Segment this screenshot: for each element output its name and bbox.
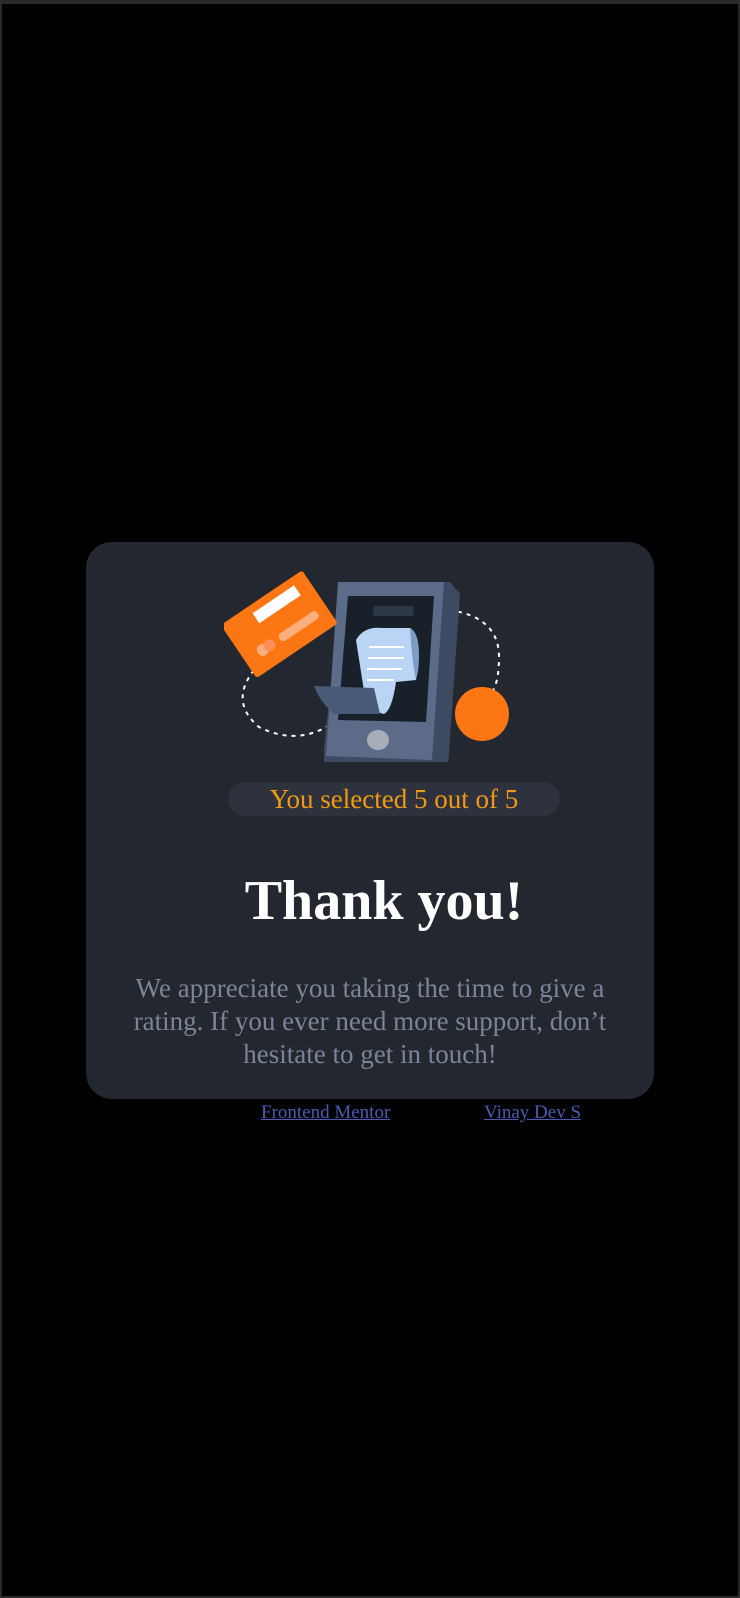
- attribution: Frontend Mentor Vinay Dev S: [0, 1100, 740, 1130]
- coin-icon: [455, 687, 509, 741]
- rating-result-badge: You selected 5 out of 5: [228, 782, 560, 816]
- dashed-orbit-left: [241, 669, 335, 737]
- frontend-mentor-link[interactable]: Frontend Mentor: [261, 1102, 390, 1124]
- phone-speaker: [373, 606, 414, 616]
- author-link[interactable]: Vinay Dev S: [484, 1102, 581, 1124]
- thank-you-message: We appreciate you taking the time to giv…: [133, 973, 607, 1069]
- credit-card-icon: [224, 571, 337, 677]
- page-title: Thank you!: [244, 870, 524, 932]
- phone-home-button: [367, 730, 389, 750]
- receipt-holder: [314, 686, 380, 714]
- thank-you-card: You selected 5 out of 5 Thank you! We ap…: [86, 542, 654, 1099]
- phone-payment-illustration: [224, 571, 509, 762]
